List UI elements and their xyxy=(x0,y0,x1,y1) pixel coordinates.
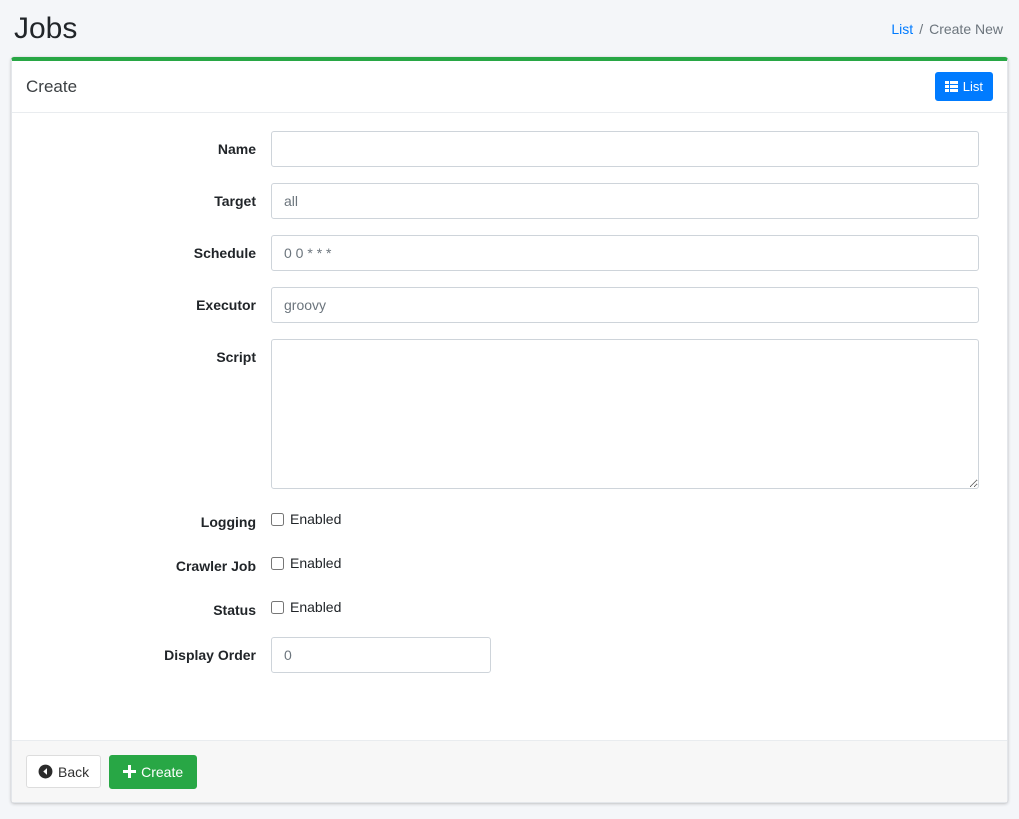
field-row-target: Target xyxy=(12,183,1007,219)
status-checkbox[interactable] xyxy=(271,601,284,614)
field-row-display-order: Display Order xyxy=(12,637,1007,673)
list-icon xyxy=(945,81,958,92)
card-title: Create xyxy=(26,77,77,97)
status-checkbox-label[interactable]: Enabled xyxy=(290,600,341,614)
create-job-card: Create List Name Target Sched xyxy=(11,57,1008,803)
status-checkbox-row: Enabled xyxy=(271,593,979,614)
page-title: Jobs xyxy=(14,14,77,44)
field-row-schedule: Schedule xyxy=(12,235,1007,271)
label-name: Name xyxy=(12,131,271,160)
list-button-label: List xyxy=(963,80,983,93)
field-row-status: Status Enabled xyxy=(12,593,1007,621)
plus-icon xyxy=(123,765,136,778)
logging-checkbox-label[interactable]: Enabled xyxy=(290,512,341,526)
create-button[interactable]: Create xyxy=(109,755,197,789)
target-input[interactable] xyxy=(271,183,979,219)
list-button[interactable]: List xyxy=(935,72,993,101)
schedule-input[interactable] xyxy=(271,235,979,271)
field-row-crawler-job: Crawler Job Enabled xyxy=(12,549,1007,577)
label-schedule: Schedule xyxy=(12,235,271,264)
back-button[interactable]: Back xyxy=(26,755,101,788)
breadcrumb-link-list[interactable]: List xyxy=(891,21,913,37)
logging-checkbox-row: Enabled xyxy=(271,505,979,526)
field-row-logging: Logging Enabled xyxy=(12,505,1007,533)
label-logging: Logging xyxy=(12,505,271,533)
breadcrumb: List / Create New xyxy=(891,21,1003,37)
display-order-input[interactable] xyxy=(271,637,491,673)
label-crawler-job: Crawler Job xyxy=(12,549,271,577)
field-row-script: Script xyxy=(12,339,1007,489)
label-display-order: Display Order xyxy=(12,637,271,666)
form-body: Name Target Schedule Executor xyxy=(12,113,1007,740)
page-header: Jobs List / Create New xyxy=(0,0,1019,57)
field-row-name: Name xyxy=(12,131,1007,167)
card-footer: Back Create xyxy=(12,740,1007,802)
breadcrumb-separator: / xyxy=(919,21,923,37)
crawler-job-checkbox-label[interactable]: Enabled xyxy=(290,556,341,570)
arrow-circle-left-icon xyxy=(38,764,53,779)
logging-checkbox[interactable] xyxy=(271,513,284,526)
script-textarea[interactable] xyxy=(271,339,979,489)
label-executor: Executor xyxy=(12,287,271,316)
label-script: Script xyxy=(12,339,271,368)
executor-input[interactable] xyxy=(271,287,979,323)
label-target: Target xyxy=(12,183,271,212)
card-header: Create List xyxy=(12,61,1007,113)
back-button-label: Back xyxy=(58,765,89,779)
field-row-executor: Executor xyxy=(12,287,1007,323)
crawler-job-checkbox[interactable] xyxy=(271,557,284,570)
label-status: Status xyxy=(12,593,271,621)
crawler-job-checkbox-row: Enabled xyxy=(271,549,979,570)
name-input[interactable] xyxy=(271,131,979,167)
breadcrumb-current: Create New xyxy=(929,21,1003,37)
create-button-label: Create xyxy=(141,765,183,779)
